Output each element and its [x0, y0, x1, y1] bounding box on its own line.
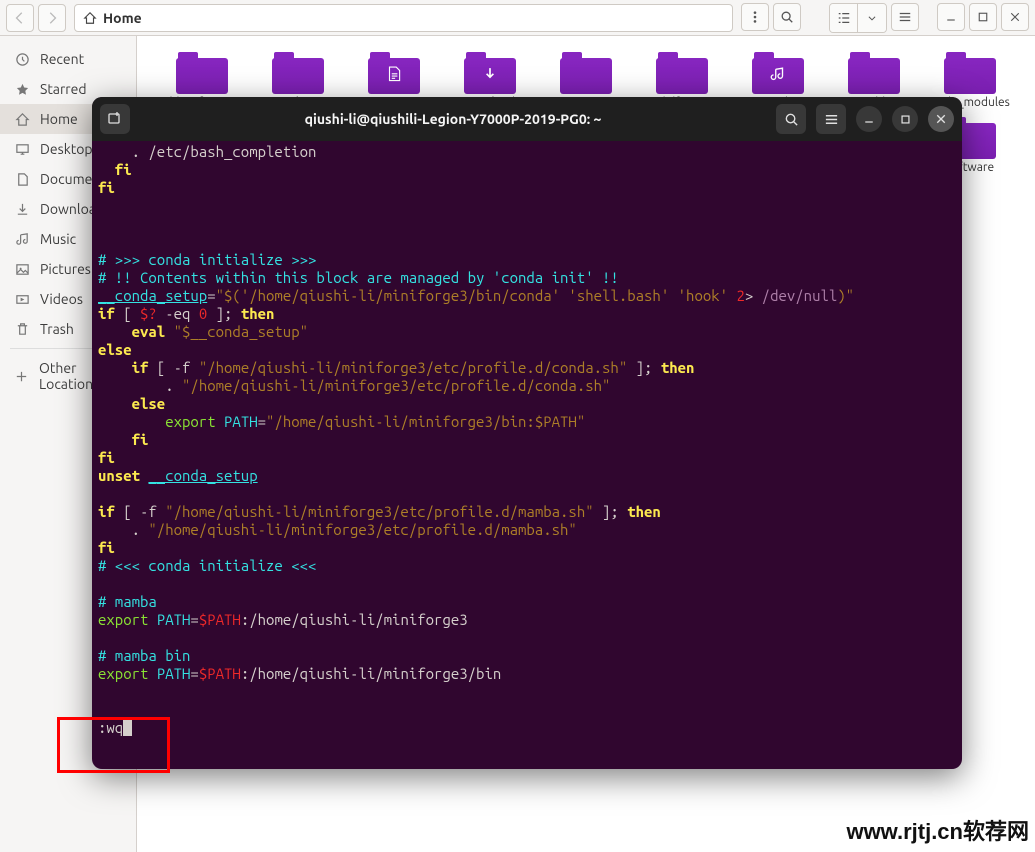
folder-icon — [944, 50, 996, 94]
terminal-search-button[interactable] — [776, 104, 806, 134]
terminal-title: qiushi-li@qiushili-Legion-Y7000P-2019-PG… — [136, 111, 770, 127]
nav-back-button[interactable] — [6, 4, 34, 32]
folder-icon — [656, 50, 708, 94]
desktop-icon — [14, 142, 30, 157]
terminal-menu-button[interactable] — [816, 104, 846, 134]
location-text: Home — [103, 10, 142, 26]
window-maximize-button[interactable] — [969, 3, 997, 31]
pictures-icon — [14, 262, 30, 277]
sidebar-item-label: Trash — [40, 321, 74, 337]
folder-icon — [752, 50, 804, 94]
hamburger-menu-button[interactable] — [891, 3, 919, 31]
sidebar-item-label: Music — [40, 231, 76, 247]
folder-icon — [560, 50, 612, 94]
home-icon — [14, 112, 30, 127]
sidebar-item-label: Home — [40, 111, 78, 127]
view-mode-group — [829, 3, 887, 33]
location-bar[interactable]: Home — [74, 4, 733, 32]
terminal-titlebar[interactable]: qiushi-li@qiushili-Legion-Y7000P-2019-PG… — [92, 97, 962, 141]
sidebar-item-label: Desktop — [40, 141, 93, 157]
music-icon — [14, 232, 30, 247]
search-button[interactable] — [773, 3, 801, 31]
more-options-button[interactable] — [741, 3, 769, 31]
folder-icon — [272, 50, 324, 94]
terminal-new-tab-button[interactable] — [100, 104, 130, 134]
terminal-window: qiushi-li@qiushili-Legion-Y7000P-2019-PG… — [92, 97, 962, 769]
vim-command-line[interactable]: :wq — [98, 719, 123, 736]
window-minimize-button[interactable] — [937, 3, 965, 31]
nav-forward-button[interactable] — [38, 4, 66, 32]
folder-icon — [176, 50, 228, 94]
folder-icon — [368, 50, 420, 94]
folder-icon — [464, 50, 516, 94]
view-dropdown-button[interactable] — [858, 4, 886, 32]
terminal-content[interactable]: . /etc/bash_completion fi fi # >>> conda… — [92, 141, 962, 769]
sidebar-item-label: Pictures — [40, 261, 91, 277]
terminal-close-button[interactable] — [928, 106, 954, 132]
list-view-button[interactable] — [830, 4, 858, 32]
sidebar-item-label: Videos — [40, 291, 83, 307]
downloads-icon — [14, 202, 30, 217]
folder-icon — [848, 50, 900, 94]
trash-icon — [14, 322, 30, 337]
plus-icon — [14, 369, 29, 384]
sidebar-item-recent[interactable]: Recent — [0, 44, 136, 74]
home-icon — [83, 11, 97, 25]
terminal-minimize-button[interactable] — [856, 106, 882, 132]
clock-icon — [14, 52, 30, 67]
watermark-text: www.rjtj.cn软荐网 — [846, 814, 1029, 846]
videos-icon — [14, 292, 30, 307]
sidebar-item-label: Recent — [40, 51, 84, 67]
filemanager-toolbar: Home — [0, 0, 1035, 36]
terminal-maximize-button[interactable] — [892, 106, 918, 132]
sidebar-item-label: Starred — [40, 81, 87, 97]
star-icon — [14, 82, 30, 97]
window-close-button[interactable] — [1001, 3, 1029, 31]
documents-icon — [14, 172, 30, 187]
cursor-icon — [123, 719, 132, 736]
